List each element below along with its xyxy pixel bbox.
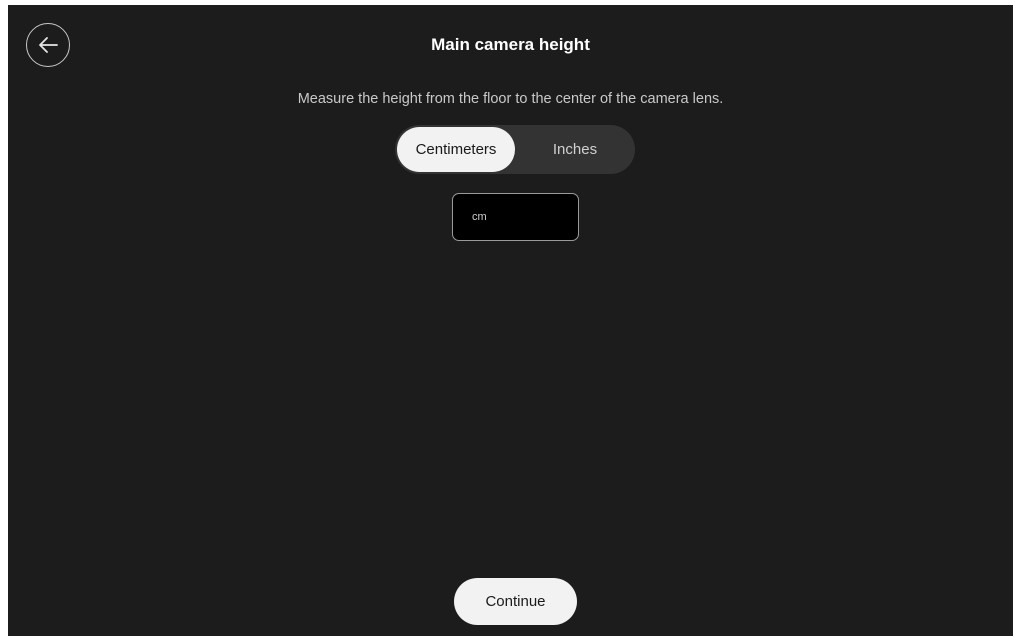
camera-height-screen: Main camera height Measure the height fr…: [8, 5, 1013, 636]
page-title: Main camera height: [431, 35, 590, 54]
unit-toggle: Centimeters Inches: [395, 125, 635, 174]
instructions-text: Measure the height from the floor to the…: [297, 91, 724, 107]
unit-option-centimeters[interactable]: Centimeters: [397, 127, 515, 172]
unit-option-inches[interactable]: Inches: [517, 127, 633, 172]
height-input[interactable]: [452, 193, 579, 241]
continue-button[interactable]: Continue: [454, 578, 577, 625]
